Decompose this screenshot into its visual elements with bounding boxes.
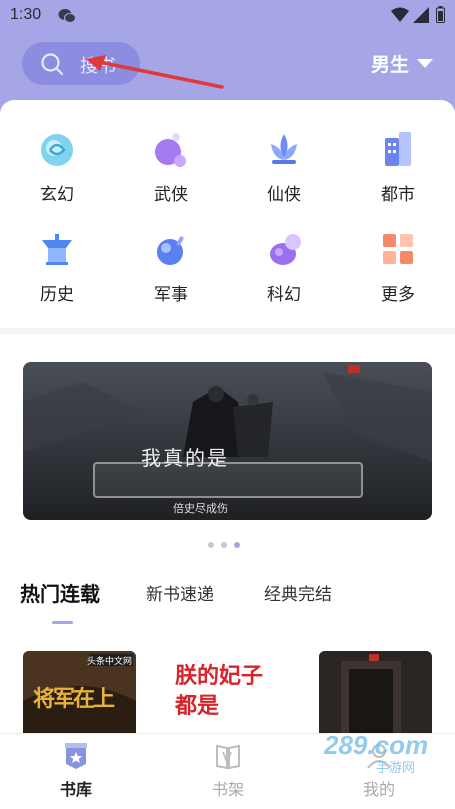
nav-label: 书架 [211,780,244,799]
promo-banner[interactable]: 我真的是 倍史尽成伤 [23,362,432,520]
search-placeholder: 搜书 [80,56,116,77]
search-bar[interactable]: 搜书 [22,42,140,85]
gender-label: 男生 [370,54,409,76]
carousel-dot [208,542,214,548]
more-grid-icon [383,234,413,264]
bookshelf-icon [216,744,240,770]
category-panel: 玄幻 武侠 仙侠 都市 历史 军事 科幻 更多 [0,100,455,328]
search-icon [41,53,64,76]
library-icon [65,743,87,769]
category-label: 武侠 [154,185,188,205]
category-more[interactable]: 更多 [353,228,443,305]
category-kehuan[interactable]: 科幻 [239,228,329,305]
banner-subtitle: 倍史尽成伤 [173,502,228,515]
tab-underline [52,621,73,624]
category-label: 军事 [154,285,188,305]
wifi-icon [391,7,409,22]
status-bar: 1:30 [0,0,455,32]
book-cover-1[interactable]: 头条中文网 将军在上 [23,651,136,741]
book-badge: 头条中文网 [86,657,132,667]
book-cover-art [319,651,432,741]
book-cover-2[interactable]: 朕的妃子都是 [171,651,284,741]
carousel-dot-active [234,542,240,548]
lishi-icon [42,234,72,265]
nav-profile[interactable]: 我的 [334,742,424,800]
category-label: 都市 [381,185,415,205]
junshi-icon [157,236,184,265]
tab-hot-serial[interactable]: 热门连载 [20,578,100,607]
profile-icon [367,744,391,769]
category-label: 科幻 [267,285,301,305]
book-title: 将军在上 [33,686,115,712]
wechat-icon [58,9,76,23]
category-lishi[interactable]: 历史 [12,228,102,305]
banner-logo-art [93,462,363,498]
gender-selector[interactable]: 男生 [371,50,433,77]
battery-icon [436,6,445,23]
nav-bookshelf[interactable]: 书架 [183,742,273,800]
xianxia-icon [271,134,297,164]
category-label: 仙侠 [267,185,301,205]
wuxia-icon [155,133,186,167]
tab-new-books[interactable]: 新书速递 [146,580,214,605]
book-cover-3[interactable] [319,651,432,741]
nav-label: 书库 [59,780,92,799]
chevron-down-icon [417,59,433,68]
carousel-indicator [208,533,247,552]
tab-bar: 热门连载 新书速递 经典完结 [0,580,455,624]
kehuan-icon [270,234,301,265]
category-label: 更多 [381,285,415,305]
category-label: 历史 [40,285,74,305]
category-dushi[interactable]: 都市 [353,128,443,205]
category-xuanhuan[interactable]: 玄幻 [12,128,102,205]
bottom-navigation: 书库 书架 我的 [0,733,455,809]
book-title: 朕的妃子都是 [175,663,264,719]
tab-classic-finished[interactable]: 经典完结 [264,580,332,605]
category-label: 玄幻 [40,185,74,205]
category-wuxia[interactable]: 武侠 [126,128,216,205]
section-divider [0,328,455,334]
category-junshi[interactable]: 军事 [126,228,216,305]
nav-label: 我的 [362,780,395,799]
category-xianxia[interactable]: 仙侠 [239,128,329,205]
nav-library[interactable]: 书库 [31,742,121,800]
signal-icon [413,7,429,23]
status-time: 1:30 [10,6,42,23]
xuanhuan-icon [41,134,73,166]
dushi-icon [385,132,411,166]
carousel-dot [221,542,227,548]
